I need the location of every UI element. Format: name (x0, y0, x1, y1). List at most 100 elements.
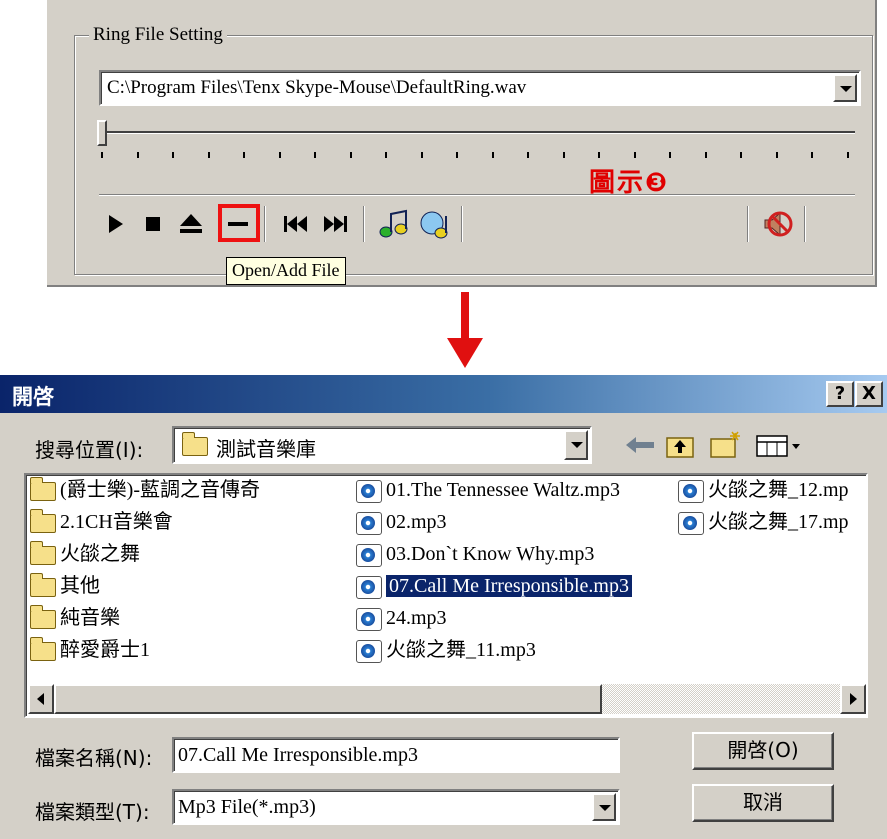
slider-tick (278, 152, 281, 158)
folder-item[interactable]: (爵士樂)-藍調之音傳奇 (28, 476, 260, 505)
volume-slider-track[interactable] (99, 131, 855, 134)
media-file-icon (356, 576, 382, 599)
item-label: 24.mp3 (386, 607, 447, 629)
stop-icon[interactable] (144, 208, 164, 240)
ring-settings-panel: Ring File Setting C:\Program Files\Tenx … (47, 0, 877, 287)
filetype-value: Mp3 File(*.mp3) (178, 796, 316, 818)
chevron-down-icon[interactable] (592, 793, 616, 821)
slider-tick (207, 152, 210, 158)
item-label: 火燄之舞_11.mp3 (386, 639, 536, 661)
slider-tick (527, 152, 529, 158)
help-button[interactable]: ? (826, 381, 854, 407)
slider-tick (243, 152, 245, 158)
media-file-icon (356, 640, 382, 663)
eject-icon[interactable] (176, 208, 206, 240)
slider-tick (598, 152, 600, 158)
filename-input[interactable]: 07.Call Me Irresponsible.mp3 (172, 737, 620, 773)
folder-item[interactable]: 其他 (28, 572, 100, 601)
filename-label: 檔案名稱(N): (35, 746, 153, 770)
up-folder-icon[interactable] (664, 431, 696, 459)
slider-tick (740, 152, 742, 158)
item-label: 01.The Tennessee Waltz.mp3 (386, 479, 620, 501)
slider-tick (633, 152, 636, 158)
cancel-button[interactable]: 取消 (692, 784, 834, 822)
filetype-combobox[interactable]: Mp3 File(*.mp3) (172, 789, 620, 825)
media-file-icon (356, 608, 382, 631)
folder-item[interactable]: 火燄之舞 (28, 540, 140, 569)
divider (99, 194, 855, 196)
folder-item[interactable]: 醉愛爵士1 (28, 636, 150, 665)
view-menu-icon[interactable] (754, 431, 806, 459)
play-icon[interactable] (107, 208, 125, 240)
slider-tick (314, 152, 316, 158)
horizontal-scrollbar[interactable] (28, 684, 866, 714)
speaker-mute-icon[interactable] (760, 208, 794, 240)
previous-track-icon[interactable] (281, 208, 311, 240)
toolbar-separator (264, 206, 266, 242)
slider-tick (456, 152, 458, 158)
file-item[interactable]: 07.Call Me Irresponsible.mp3 (354, 572, 633, 601)
file-item[interactable]: 01.The Tennessee Waltz.mp3 (354, 476, 620, 505)
file-item[interactable]: 02.mp3 (354, 508, 447, 537)
item-label: 其他 (60, 575, 100, 597)
filename-value: 07.Call Me Irresponsible.mp3 (178, 744, 418, 766)
ring-file-path: C:\Program Files\Tenx Skype-Mouse\Defaul… (107, 77, 527, 98)
scroll-right-button[interactable] (840, 684, 866, 714)
figure-caption: 圖示❸ (589, 168, 670, 198)
folder-icon (30, 477, 56, 501)
slider-tick (349, 152, 352, 158)
folder-icon (30, 605, 56, 629)
music-note-green-icon[interactable] (377, 208, 411, 240)
media-file-icon (356, 480, 382, 503)
volume-slider-thumb[interactable] (97, 120, 107, 146)
media-file-icon (356, 544, 382, 567)
chevron-right-icon (850, 693, 857, 705)
file-list[interactable]: (爵士樂)-藍調之音傳奇 2.1CH音樂會 火燄之舞其他純音樂醉愛爵士1 01.Th… (24, 473, 868, 718)
chevron-down-icon[interactable] (564, 430, 588, 460)
look-in-combobox[interactable]: 測試音樂庫 (172, 426, 592, 464)
slider-tick (846, 152, 849, 158)
folder-item[interactable]: 2.1CH音樂會 (28, 508, 173, 537)
folder-item[interactable]: 純音樂 (28, 604, 120, 633)
dialog-title: 開啓 (12, 385, 54, 409)
open-button[interactable]: 開啓(O) (692, 732, 834, 770)
item-label: 純音樂 (60, 607, 120, 629)
slider-tick (491, 152, 494, 158)
look-in-label: 搜尋位置(I): (35, 438, 144, 462)
next-track-icon[interactable] (320, 208, 350, 240)
file-item[interactable]: 24.mp3 (354, 604, 447, 633)
slider-tick (385, 152, 387, 158)
chevron-down-icon[interactable] (833, 74, 857, 102)
file-item[interactable]: 火燄之舞_11.mp3 (354, 636, 536, 665)
file-item[interactable]: 03.Don`t Know Why.mp3 (354, 540, 594, 569)
new-folder-icon[interactable] (708, 431, 742, 459)
folder-icon (30, 573, 56, 597)
media-file-icon (678, 512, 704, 535)
media-file-icon (356, 512, 382, 535)
item-label: (爵士樂)-藍調之音傳奇 (60, 479, 260, 501)
scrollbar-thumb[interactable] (54, 684, 602, 714)
file-item[interactable]: 火燄之舞_17.mp (676, 508, 849, 537)
slider-tick (704, 152, 707, 158)
music-note-blue-icon[interactable] (419, 208, 453, 240)
folder-icon (30, 637, 56, 661)
slider-tick (775, 152, 778, 158)
item-label: 2.1CH音樂會 (60, 511, 173, 533)
slider-tick (811, 152, 813, 158)
slider-tick (562, 152, 565, 158)
item-label: 03.Don`t Know Why.mp3 (386, 543, 595, 565)
back-arrow-icon[interactable] (622, 431, 658, 459)
item-label: 火燄之舞_17.mp (708, 511, 849, 533)
scroll-left-button[interactable] (28, 684, 54, 714)
folder-icon (182, 432, 208, 456)
down-arrow-icon (447, 292, 483, 368)
slider-tick (101, 152, 103, 158)
title-bar[interactable]: 開啓 ? X (0, 375, 887, 413)
item-label: 火燄之舞 (60, 543, 140, 565)
filetype-label: 檔案類型(T): (35, 800, 150, 824)
minus-icon[interactable] (225, 208, 251, 240)
ring-file-combobox[interactable]: C:\Program Files\Tenx Skype-Mouse\Defaul… (99, 70, 861, 106)
group-title: Ring File Setting (89, 24, 227, 46)
close-button[interactable]: X (855, 381, 883, 407)
file-item[interactable]: 火燄之舞_12.mp (676, 476, 849, 505)
